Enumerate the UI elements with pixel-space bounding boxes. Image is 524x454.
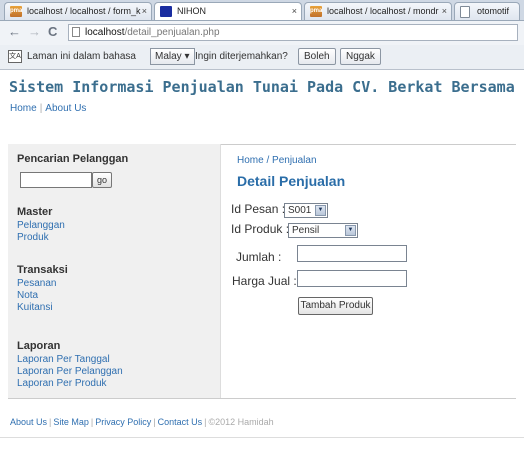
sidebar-item-nota[interactable]: Nota [17, 290, 38, 301]
top-nav: Home | About Us [10, 103, 86, 114]
sidebar-item-pesanan[interactable]: Pesanan [17, 278, 56, 289]
sidebar-item-laporan-tanggal[interactable]: Laporan Per Tanggal [17, 354, 110, 365]
breadcrumb: Home / Penjualan [237, 155, 317, 166]
id-pesan-label: Id Pesan : [231, 202, 286, 216]
harga-jual-label: Harga Jual : [232, 274, 297, 288]
address-bar[interactable]: localhost/detail_penjualan.php [68, 24, 518, 41]
footer-separator: | [204, 417, 207, 427]
sidebar-item-kuitansi[interactable]: Kuitansi [17, 302, 53, 313]
tambah-produk-button[interactable]: Tambah Produk [298, 297, 373, 315]
tab-label: localhost / localhost / mondr [327, 6, 439, 16]
tab-label: otomotif [477, 6, 510, 16]
translate-bar: 文A Laman ini dalam bahasa Malay ▾ Ingin … [0, 45, 524, 70]
close-icon[interactable]: × [442, 3, 447, 19]
browser-tab-nihon[interactable]: NIHON × [154, 2, 302, 20]
breadcrumb-home-link[interactable]: Home [237, 155, 264, 166]
site-icon [160, 6, 172, 17]
breadcrumb-current[interactable]: Penjualan [272, 155, 316, 166]
translate-prompt: Laman ini dalam bahasa [27, 51, 136, 62]
copyright: ©2012 Hamidah [208, 417, 274, 427]
close-icon[interactable]: × [142, 3, 147, 19]
footer-about-link[interactable]: About Us [10, 417, 47, 427]
phpmyadmin-icon: pma [310, 6, 322, 17]
sidebar-item-produk[interactable]: Produk [17, 232, 49, 243]
forward-button[interactable]: → [28, 25, 41, 39]
site-title: Sistem Informasi Penjualan Tunai Pada CV… [9, 78, 515, 96]
tab-strip: pma localhost / localhost / form_k × NIH… [0, 0, 524, 21]
translate-icon: 文A [8, 50, 22, 63]
master-heading: Master [17, 206, 53, 218]
footer-divider [8, 398, 516, 399]
harga-jual-input[interactable] [297, 270, 407, 287]
transaksi-heading: Transaksi [17, 264, 68, 276]
sidebar-item-pelanggan[interactable]: Pelanggan [17, 220, 65, 231]
browser-tab-otomotif[interactable]: otomotif [454, 2, 520, 20]
back-button[interactable]: ← [8, 25, 21, 39]
footer-separator: | [153, 417, 156, 427]
nav-separator: | [39, 103, 43, 114]
translate-yes-button[interactable]: Boleh [298, 48, 336, 65]
footer-separator: | [49, 417, 52, 427]
translate-no-button[interactable]: Nggak [340, 48, 381, 65]
url-host: localhost [85, 27, 125, 38]
page-title: Detail Penjualan [237, 173, 346, 189]
browser-tab-form[interactable]: pma localhost / localhost / form_k × [4, 2, 152, 20]
language-select[interactable]: Malay ▾ [150, 48, 195, 65]
nav-home-link[interactable]: Home [10, 103, 37, 114]
laporan-heading: Laporan [17, 340, 61, 352]
footer-sitemap-link[interactable]: Site Map [53, 417, 89, 427]
page-icon [460, 6, 470, 18]
chevron-down-icon: ▼ [345, 225, 356, 236]
footer-privacy-link[interactable]: Privacy Policy [95, 417, 151, 427]
id-produk-select[interactable]: Pensil ▼ [288, 223, 358, 238]
bottom-divider [0, 437, 524, 438]
id-produk-value: Pensil [292, 225, 320, 236]
phpmyadmin-icon: pma [10, 6, 22, 17]
close-icon[interactable]: × [292, 3, 297, 19]
browser-tab-mondr[interactable]: pma localhost / localhost / mondr × [304, 2, 452, 20]
id-pesan-value: S001 [288, 205, 312, 216]
id-pesan-select[interactable]: S001 ▼ [284, 203, 328, 218]
translate-question: Ingin diterjemahkan? [195, 51, 288, 62]
jumlah-input[interactable] [297, 245, 407, 262]
tab-label: localhost / localhost / form_k [27, 6, 141, 16]
chevron-down-icon: ▼ [315, 205, 326, 216]
page-icon [72, 27, 80, 37]
search-heading: Pencarian Pelanggan [17, 153, 129, 165]
footer-contact-link[interactable]: Contact Us [158, 417, 203, 427]
footer: About Us | Site Map | Privacy Policy | Contact… [10, 417, 274, 427]
go-button[interactable]: go [92, 172, 112, 188]
sidebar-item-laporan-produk[interactable]: Laporan Per Produk [17, 378, 107, 389]
jumlah-label: Jumlah : [236, 250, 282, 264]
tab-label: NIHON [177, 6, 206, 16]
url-path: /detail_penjualan.php [124, 27, 220, 38]
breadcrumb-separator: / [263, 155, 273, 166]
reload-button[interactable]: C [48, 25, 57, 39]
customer-search-input[interactable] [20, 172, 92, 188]
footer-separator: | [90, 417, 94, 427]
nav-about-link[interactable]: About Us [45, 103, 86, 114]
id-produk-label: Id Produk : [231, 222, 290, 236]
browser-toolbar: ← → C localhost/detail_penjualan.php [0, 21, 524, 46]
sidebar-item-laporan-pelanggan[interactable]: Laporan Per Pelanggan [17, 366, 123, 377]
